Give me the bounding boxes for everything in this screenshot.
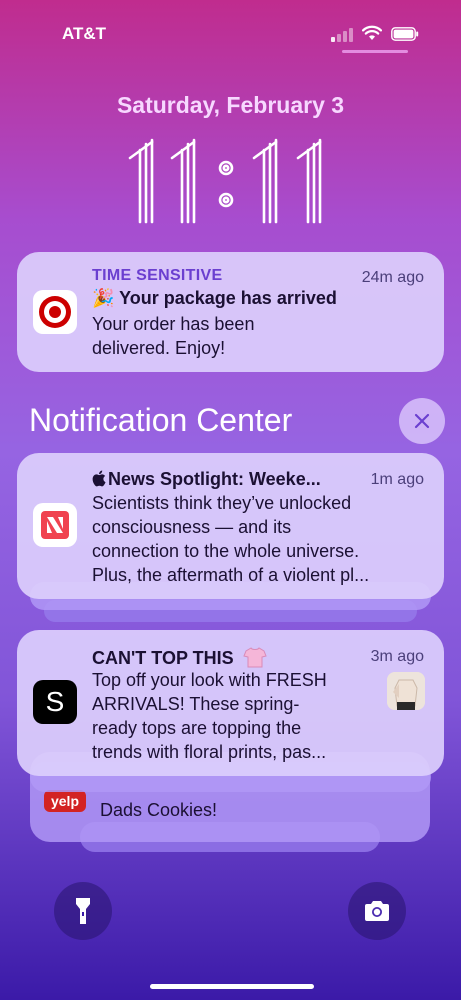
notification-body-line: consciousness — and its (92, 517, 292, 537)
product-thumbnail (387, 672, 425, 710)
notification-body-line: ARRIVALS! These spring- (92, 694, 300, 714)
camera-icon (365, 901, 389, 921)
close-icon (414, 413, 430, 429)
news-logo-icon (41, 511, 69, 539)
notification-time: 24m ago (361, 269, 424, 286)
notification-title: 🎉 Your package has arrived (92, 288, 337, 308)
notification-body-line: delivered. Enjoy! (92, 338, 226, 358)
notification-body-line: Plus, the aftermath of a violent pl... (92, 565, 370, 585)
wifi-icon (362, 25, 382, 40)
cellular-signal-icon (331, 26, 353, 42)
home-indicator[interactable] (150, 984, 314, 989)
yelp-app-icon: yelp (44, 790, 86, 812)
clear-notifications-button[interactable] (399, 398, 445, 444)
notification-body-line: Your order has been (92, 314, 255, 334)
shop-app-icon: S (33, 680, 77, 724)
news-app-icon (33, 503, 77, 547)
product-top-icon (387, 672, 425, 710)
carrier-label: AT&T (62, 24, 107, 43)
lock-date: Saturday, February 3 (116, 92, 345, 118)
flashlight-icon (76, 898, 90, 924)
target-logo-icon (39, 296, 71, 328)
apple-logo-icon (92, 470, 106, 487)
notification-shop[interactable]: S CAN'T TOP THIS 3m ago Top off your loo… (17, 630, 444, 776)
notification-body-line: trends with floral prints, pas... (92, 742, 327, 762)
notification-body-line: Top off your look with FRESH (92, 670, 327, 690)
target-app-icon (33, 290, 77, 334)
notification-body-line: ready tops are topping the (92, 718, 302, 738)
battery-icon (391, 27, 419, 41)
notification-target[interactable]: TIME SENSITIVE 24m ago 🎉 Your package ha… (17, 252, 444, 372)
notification-time: 3m ago (370, 648, 424, 665)
notification-body-line: Scientists think they’ve unlocked (92, 493, 352, 513)
shirt-icon (242, 647, 267, 668)
status-indicator-bar (342, 50, 408, 53)
time-sensitive-label: TIME SENSITIVE (92, 267, 223, 284)
notification-body: Dads Cookies! (100, 800, 218, 820)
camera-button[interactable] (348, 882, 406, 940)
notification-time: 1m ago (370, 471, 424, 488)
notification-body-line: connection to the whole universe. (92, 541, 360, 561)
notification-news[interactable]: News Spotlight: Weeke... 1m ago Scientis… (17, 453, 444, 599)
lock-clock (128, 138, 322, 224)
notification-title-text: CAN'T TOP THIS (92, 648, 234, 668)
notification-center-title: Notification Center (29, 402, 293, 438)
flashlight-button[interactable] (54, 882, 112, 940)
notification-title: News Spotlight: Weeke... (108, 469, 321, 489)
notification-title: CAN'T TOP THIS (92, 646, 267, 669)
